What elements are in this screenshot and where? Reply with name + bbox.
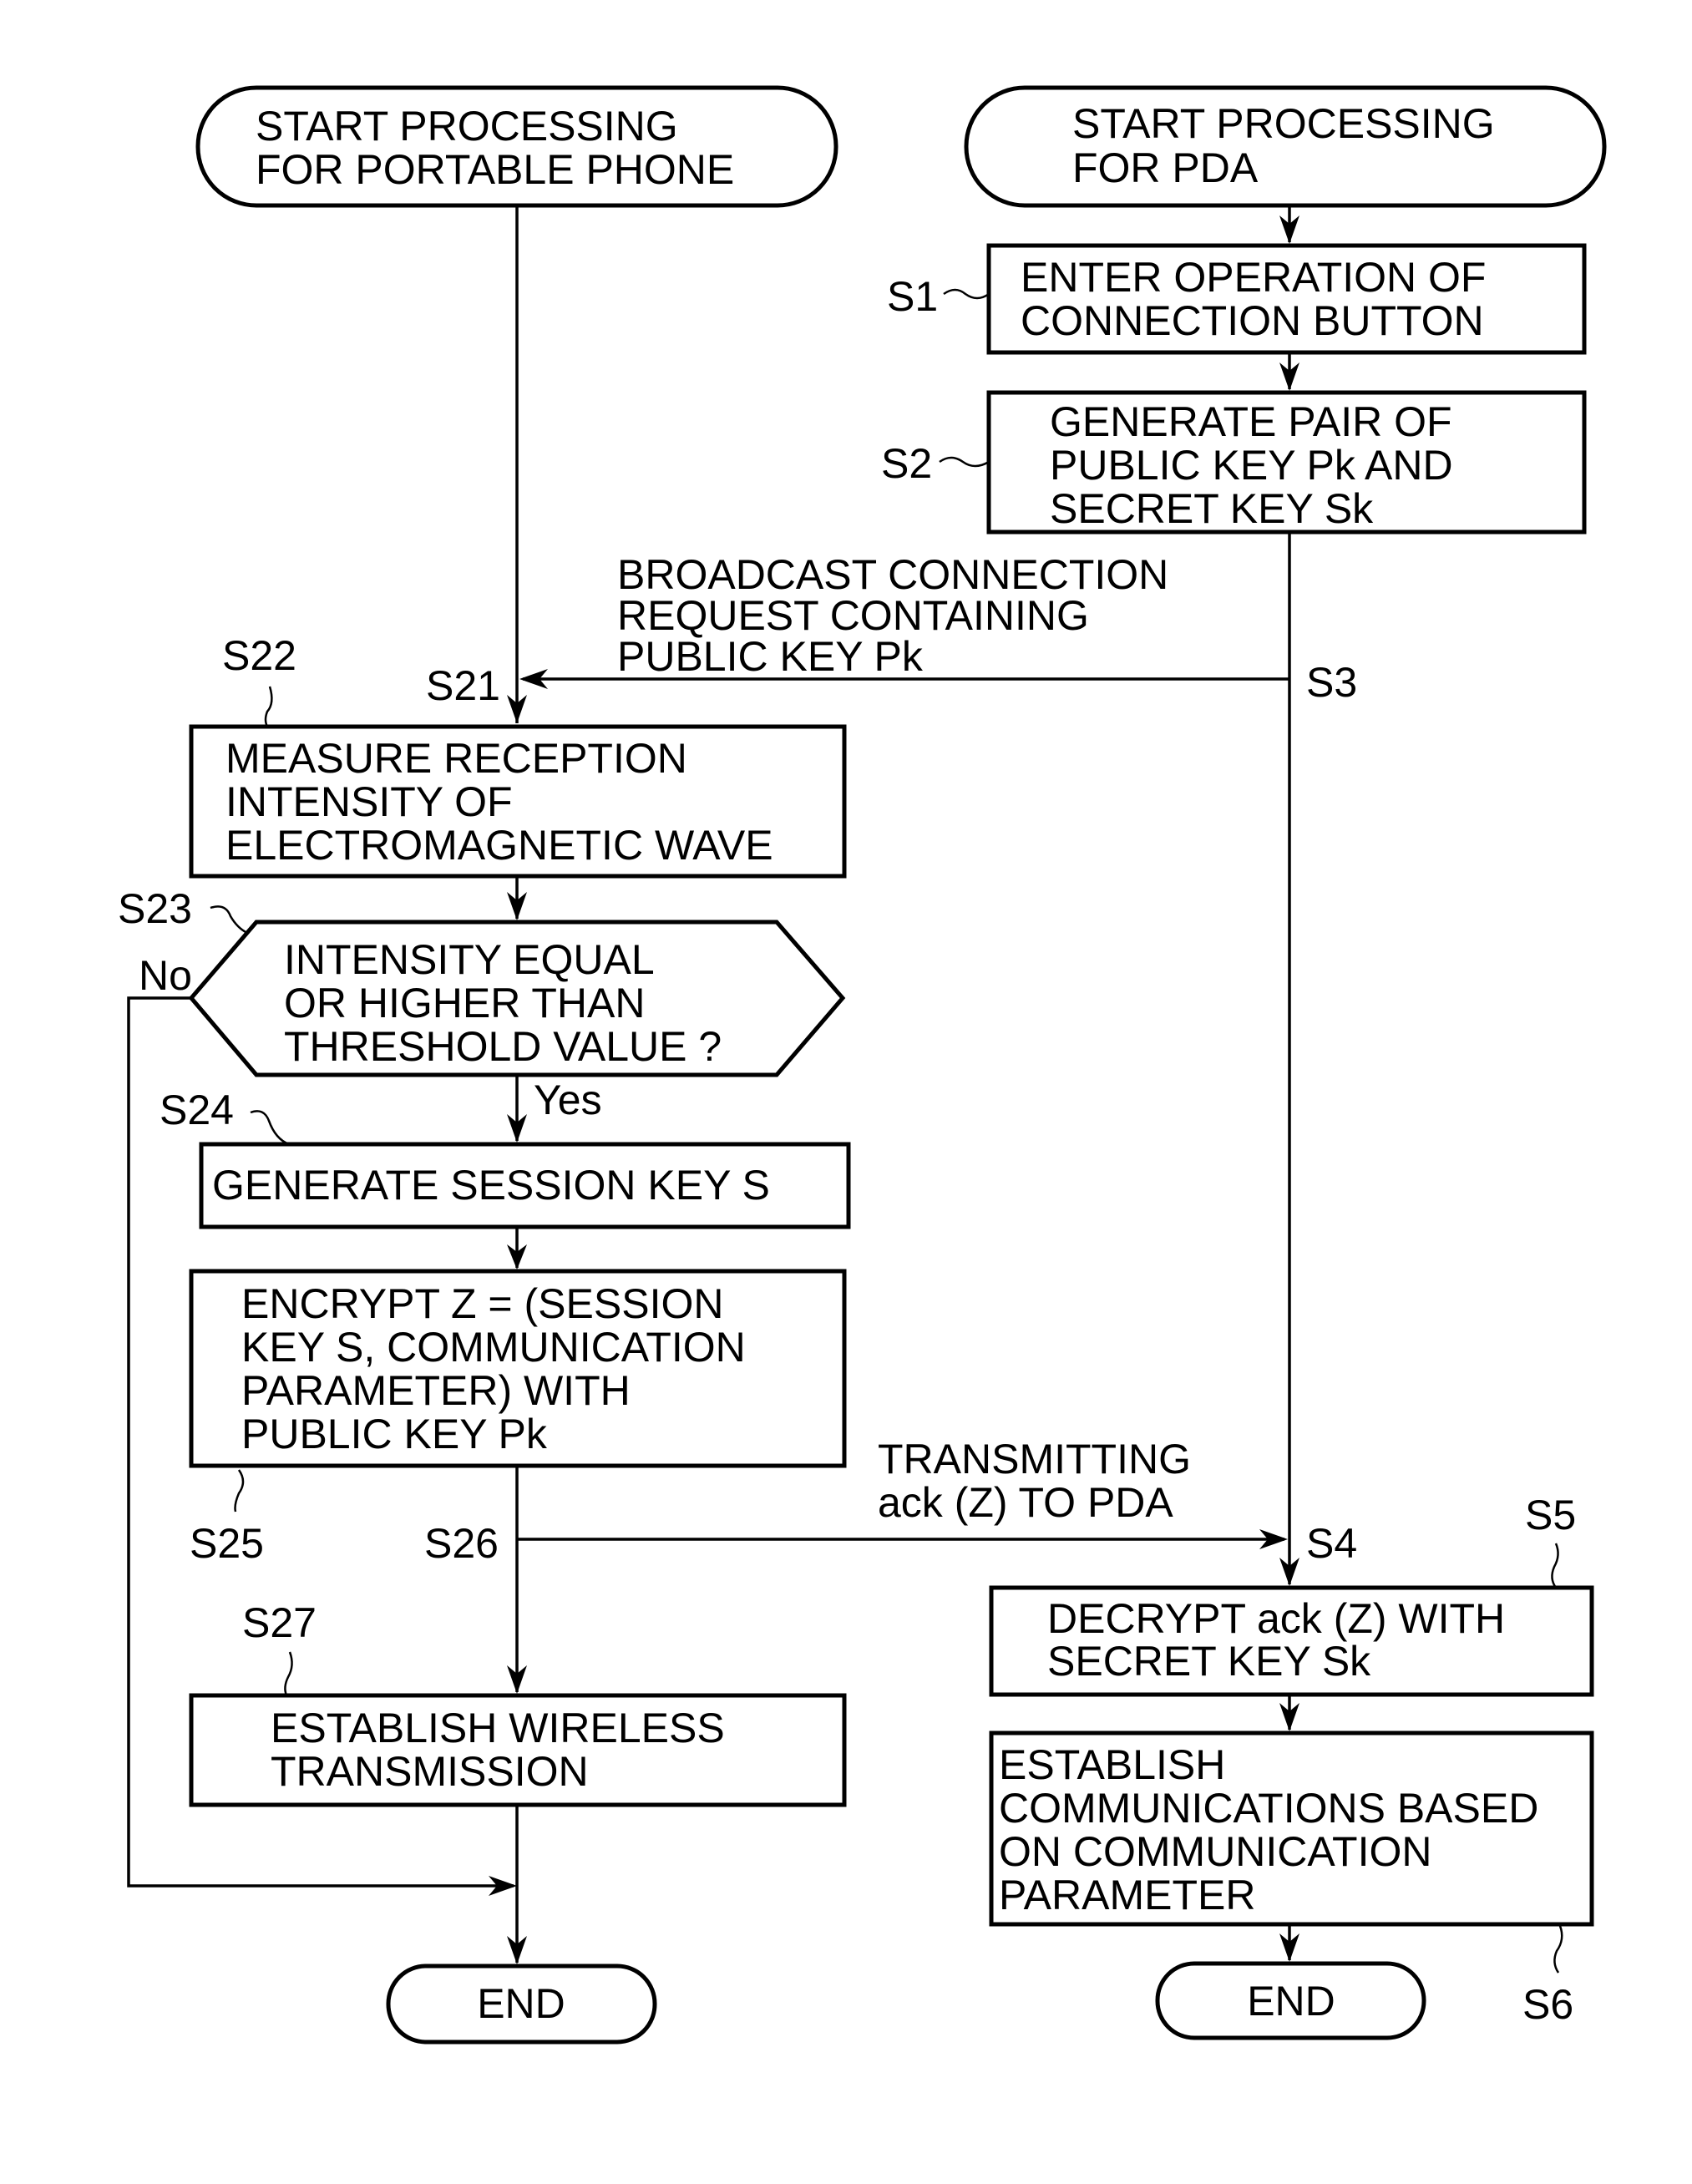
step-label-s4: S4: [1306, 1520, 1357, 1567]
leader-s1: [943, 288, 990, 300]
leader-s22: [264, 686, 273, 727]
leader-s25: [234, 1469, 245, 1513]
s24-text-line-1: GENERATE SESSION KEY S: [212, 1162, 770, 1209]
transmit-text-line-2: ack (Z) TO PDA: [878, 1479, 1173, 1526]
s1-text-line-2: CONNECTION BUTTON: [1021, 297, 1484, 344]
s25-text-line-3: PARAMETER) WITH: [241, 1367, 631, 1414]
step-label-s21: S21: [426, 662, 500, 709]
leader-s23: [210, 905, 248, 935]
s22-text-line-1: MEASURE RECEPTION: [225, 735, 687, 782]
step-label-s5: S5: [1525, 1492, 1576, 1538]
leader-s27: [284, 1651, 293, 1696]
decision-yes-label: Yes: [534, 1077, 602, 1123]
s2-text-line-1: GENERATE PAIR OF: [1050, 398, 1452, 445]
step-label-s25: S25: [190, 1520, 264, 1567]
leader-s5: [1551, 1543, 1559, 1589]
s27-text-line-1: ESTABLISH WIRELESS: [271, 1705, 725, 1751]
s2-text-line-3: SECRET KEY Sk: [1050, 485, 1374, 532]
s6-text-line-3: ON COMMUNICATION: [999, 1828, 1431, 1875]
s6-text-line-4: PARAMETER: [999, 1872, 1255, 1918]
s6-text-line-1: ESTABLISH: [999, 1741, 1225, 1788]
s2-text-line-2: PUBLIC KEY Pk AND: [1050, 442, 1453, 489]
s22-text-line-3: ELECTROMAGNETIC WAVE: [225, 822, 773, 869]
s5-text-line-1: DECRYPT ack (Z) WITH: [1047, 1595, 1505, 1642]
leader-s24: [250, 1110, 290, 1146]
step-label-s2: S2: [881, 440, 932, 487]
step-label-s1: S1: [887, 273, 938, 320]
s23-text-line-3: THRESHOLD VALUE ?: [284, 1023, 722, 1070]
broadcast-text-line-1: BROADCAST CONNECTION: [617, 551, 1168, 598]
transmit-text-line-1: TRANSMITTING: [878, 1436, 1191, 1482]
pda-start-line-1: START PROCESSING: [1072, 100, 1495, 147]
broadcast-text-line-2: REQUEST CONTAINING: [617, 592, 1089, 639]
broadcast-text-line-3: PUBLIC KEY Pk: [617, 633, 924, 680]
phone-end-text: END: [477, 1980, 565, 2027]
s27-text-line-2: TRANSMISSION: [271, 1748, 589, 1795]
s23-text-line-2: OR HIGHER THAN: [284, 980, 645, 1026]
phone-start-line-1: START PROCESSING: [256, 103, 678, 149]
s23-text-line-1: INTENSITY EQUAL: [284, 936, 655, 983]
s25-text-line-4: PUBLIC KEY Pk: [241, 1411, 548, 1457]
s6-text-line-2: COMMUNICATIONS BASED: [999, 1785, 1538, 1832]
decision-no-label: No: [139, 952, 192, 999]
flowchart: START PROCESSING FOR PORTABLE PHONE STAR…: [118, 85, 1607, 2045]
step-label-s23: S23: [118, 885, 192, 932]
step-label-s22: S22: [222, 632, 296, 679]
s22-text-line-2: INTENSITY OF: [225, 778, 513, 825]
step-label-s26: S26: [424, 1520, 499, 1567]
step-label-s27: S27: [242, 1599, 317, 1646]
s25-text-line-1: ENCRYPT Z = (SESSION: [241, 1280, 723, 1327]
s25-text-line-2: KEY S, COMMUNICATION: [241, 1324, 746, 1371]
pda-end-text: END: [1247, 1978, 1335, 2024]
leader-s6: [1553, 1925, 1563, 1974]
step-label-s6: S6: [1522, 1981, 1573, 2028]
phone-start-line-2: FOR PORTABLE PHONE: [256, 146, 734, 193]
pda-start-line-2: FOR PDA: [1072, 144, 1259, 191]
s1-text-line-1: ENTER OPERATION OF: [1021, 254, 1486, 301]
step-label-s3: S3: [1306, 659, 1357, 706]
leader-s2: [939, 456, 990, 468]
step-label-s24: S24: [160, 1087, 234, 1133]
s5-text-line-2: SECRET KEY Sk: [1047, 1638, 1371, 1685]
